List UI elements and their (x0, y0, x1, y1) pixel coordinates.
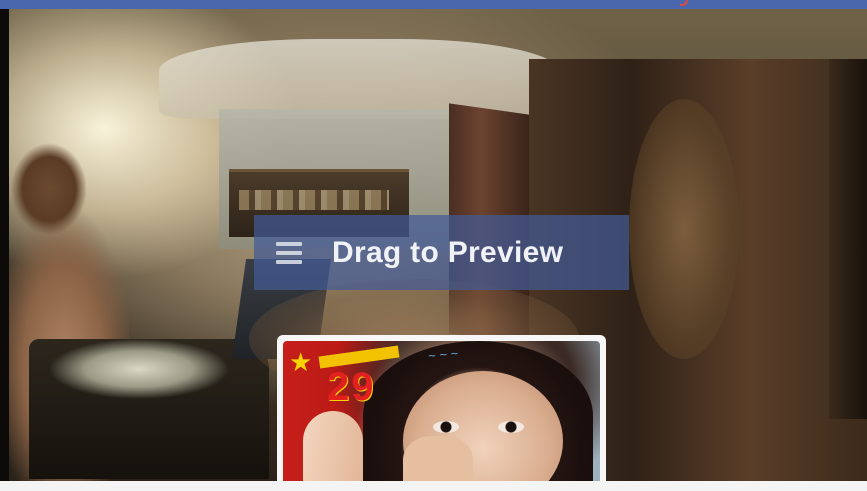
drag-handle-icon (276, 241, 302, 264)
thumbnail-eye-left (433, 421, 459, 433)
preview-thumbnail-image: ★ 29 ~ ~ ~ (283, 341, 600, 481)
top-bar (0, 0, 867, 9)
camera-preview-window: Drag to Preview ★ 29 ~ ~ ~ (0, 0, 867, 491)
drag-to-preview-button[interactable]: Drag to Preview (254, 215, 629, 290)
thumbnail-peace-sign (303, 411, 363, 481)
thumbnail-hand (403, 436, 473, 481)
scene-right-highlight (629, 99, 739, 359)
thumbnail-eye-right (498, 421, 524, 433)
top-bar-mark (680, 0, 688, 6)
preview-thumbnail[interactable]: ★ 29 ~ ~ ~ (277, 335, 606, 481)
scene-table (29, 339, 269, 479)
thumbnail-scribble: ~ ~ ~ (427, 345, 459, 364)
scene-ceiling (159, 39, 559, 119)
drag-to-preview-label: Drag to Preview (332, 235, 564, 269)
bottom-edge (0, 481, 867, 491)
scene-right-edge (829, 59, 867, 419)
left-edge (0, 9, 9, 481)
star-icon: ★ (289, 347, 313, 377)
thumbnail-number: 29 (327, 365, 376, 409)
